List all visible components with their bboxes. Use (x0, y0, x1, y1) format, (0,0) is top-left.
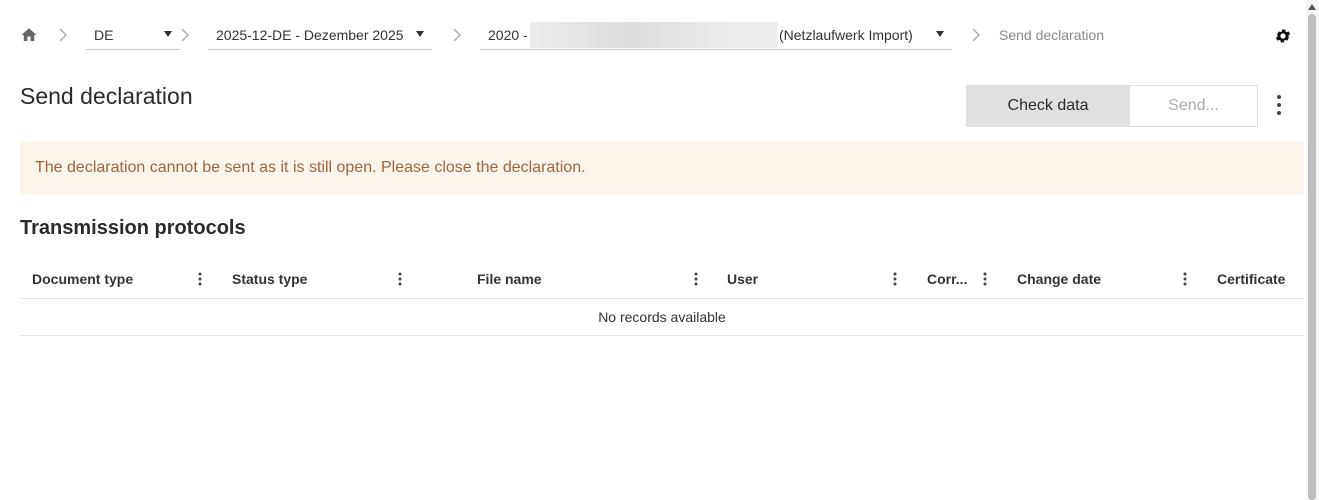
chevron-right-icon (972, 28, 980, 42)
country-select[interactable]: DE (86, 20, 180, 50)
breadcrumb-current: Send declaration (999, 27, 1105, 43)
dropdown-arrow-icon (416, 31, 424, 37)
transmission-protocols-table: Document type Status type File name User… (20, 260, 1304, 336)
action-button-group: Check data Send... (966, 85, 1258, 127)
send-button[interactable]: Send... (1129, 86, 1257, 126)
empty-state-text: No records available (598, 309, 726, 325)
period-select[interactable]: 2025-12-DE - Dezember 2025 (208, 20, 432, 50)
column-header-file-name[interactable]: File name (420, 260, 715, 298)
column-header-change-date[interactable]: Change date (1005, 260, 1205, 298)
scrollbar[interactable] (1306, 0, 1319, 500)
declaration-select-suffix: (Netzlaufwerk Import) (779, 27, 913, 43)
column-menu-icon[interactable] (195, 271, 205, 287)
warning-banner: The declaration cannot be sent as it is … (20, 142, 1304, 194)
more-vertical-icon[interactable] (1270, 93, 1288, 117)
table-header: Document type Status type File name User… (20, 260, 1304, 299)
gear-icon[interactable] (1274, 27, 1292, 45)
home-icon[interactable] (20, 26, 38, 44)
breadcrumb: DE 2025-12-DE - Dezember 2025 2020 - (Ne… (20, 20, 1300, 52)
dropdown-arrow-icon (936, 31, 944, 37)
warning-message: The declaration cannot be sent as it is … (35, 159, 586, 176)
column-menu-icon[interactable] (980, 271, 990, 287)
declaration-select-prefix: 2020 - (488, 27, 528, 43)
country-select-value: DE (94, 27, 114, 43)
column-menu-icon[interactable] (691, 271, 701, 287)
column-header-correction[interactable]: Corr... (915, 260, 1005, 298)
column-menu-icon[interactable] (1180, 271, 1190, 287)
column-header-certificate[interactable]: Certificate (1205, 260, 1304, 298)
declaration-select[interactable]: 2020 - (Netzlaufwerk Import) (480, 20, 952, 50)
scroll-up-arrow-icon[interactable] (1308, 4, 1316, 10)
column-header-user[interactable]: User (715, 260, 915, 298)
chevron-right-icon (453, 28, 461, 42)
column-menu-icon[interactable] (890, 271, 900, 287)
scrollbar-thumb[interactable] (1308, 14, 1316, 500)
table-row: No records available (20, 299, 1304, 336)
chevron-right-icon (181, 28, 189, 42)
period-select-value: 2025-12-DE - Dezember 2025 (216, 27, 404, 43)
dropdown-arrow-icon (164, 31, 172, 37)
page-title: Send declaration (20, 83, 193, 109)
chevron-right-icon (59, 28, 67, 42)
column-header-status-type[interactable]: Status type (220, 260, 420, 298)
section-title: Transmission protocols (20, 217, 246, 239)
column-menu-icon[interactable] (395, 271, 405, 287)
redacted-area (530, 22, 778, 48)
check-data-button[interactable]: Check data (967, 86, 1129, 126)
column-header-document-type[interactable]: Document type (20, 260, 220, 298)
